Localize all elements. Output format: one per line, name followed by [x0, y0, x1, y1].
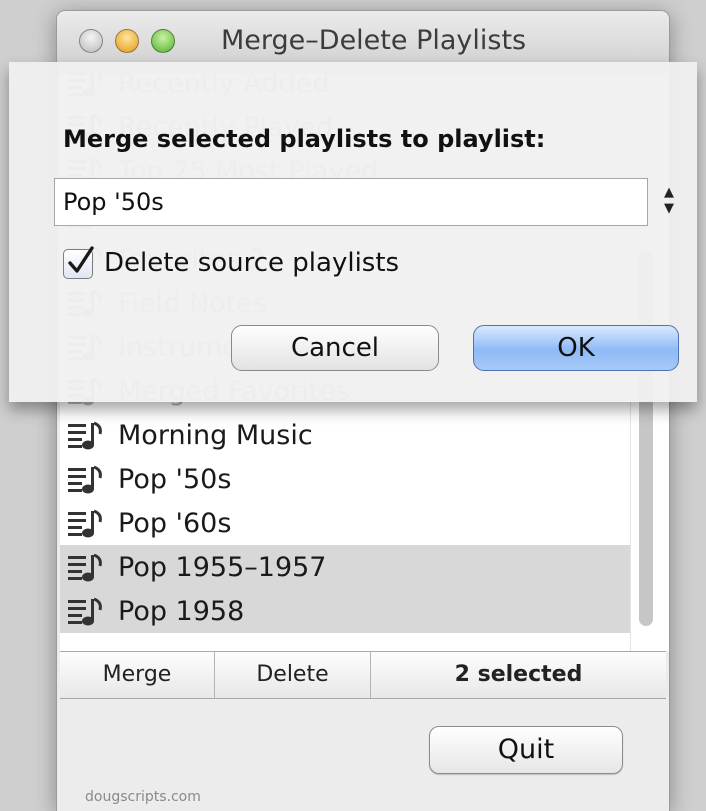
selected-count: 2 selected: [454, 662, 583, 687]
sheet-title: Merge selected playlists to playlist:: [63, 125, 546, 153]
playlist-label: Pop '60s: [118, 507, 232, 539]
zoom-button[interactable]: [151, 29, 175, 53]
playlist-row[interactable]: Pop '60s: [60, 501, 630, 545]
delete-source-checkbox[interactable]: [63, 246, 94, 279]
cancel-button[interactable]: Cancel: [231, 325, 439, 371]
playlist-row[interactable]: Morning Music: [60, 413, 630, 457]
playlist-row[interactable]: Pop 1958: [60, 589, 630, 633]
playlist-icon: [66, 508, 116, 538]
playlist-row[interactable]: Pop 1955–1957: [60, 545, 630, 589]
quit-button[interactable]: Quit: [429, 726, 623, 774]
playlist-label: Pop 1958: [118, 595, 245, 627]
close-button[interactable]: [79, 29, 103, 53]
combo-stepper-icon[interactable]: ▲ ▼: [659, 185, 679, 221]
delete-source-label: Delete source playlists: [104, 248, 400, 278]
window-title: Merge–Delete Playlists: [221, 25, 527, 56]
minimize-button[interactable]: [115, 29, 139, 53]
playlist-label: Pop '50s: [118, 463, 232, 495]
playlist-label: Morning Music: [118, 419, 313, 451]
playlist-icon: [66, 596, 116, 626]
button-bar: Merge Delete 2 selected: [60, 651, 666, 699]
delete-button[interactable]: Delete: [215, 652, 371, 698]
merge-sheet: Merge selected playlists to playlist: Po…: [9, 62, 697, 402]
playlist-label: Pop 1955–1957: [118, 551, 327, 583]
target-playlist-combo[interactable]: Pop '50s: [54, 178, 648, 226]
ok-button[interactable]: OK: [473, 325, 679, 371]
footer-credit: dougscripts.com: [85, 789, 201, 805]
playlist-icon: [66, 420, 116, 450]
checkmark-icon: [68, 246, 94, 273]
merge-button[interactable]: Merge: [60, 652, 215, 698]
playlist-icon: [66, 464, 116, 494]
playlist-row[interactable]: Pop '50s: [60, 457, 630, 501]
playlist-icon: [66, 552, 116, 582]
